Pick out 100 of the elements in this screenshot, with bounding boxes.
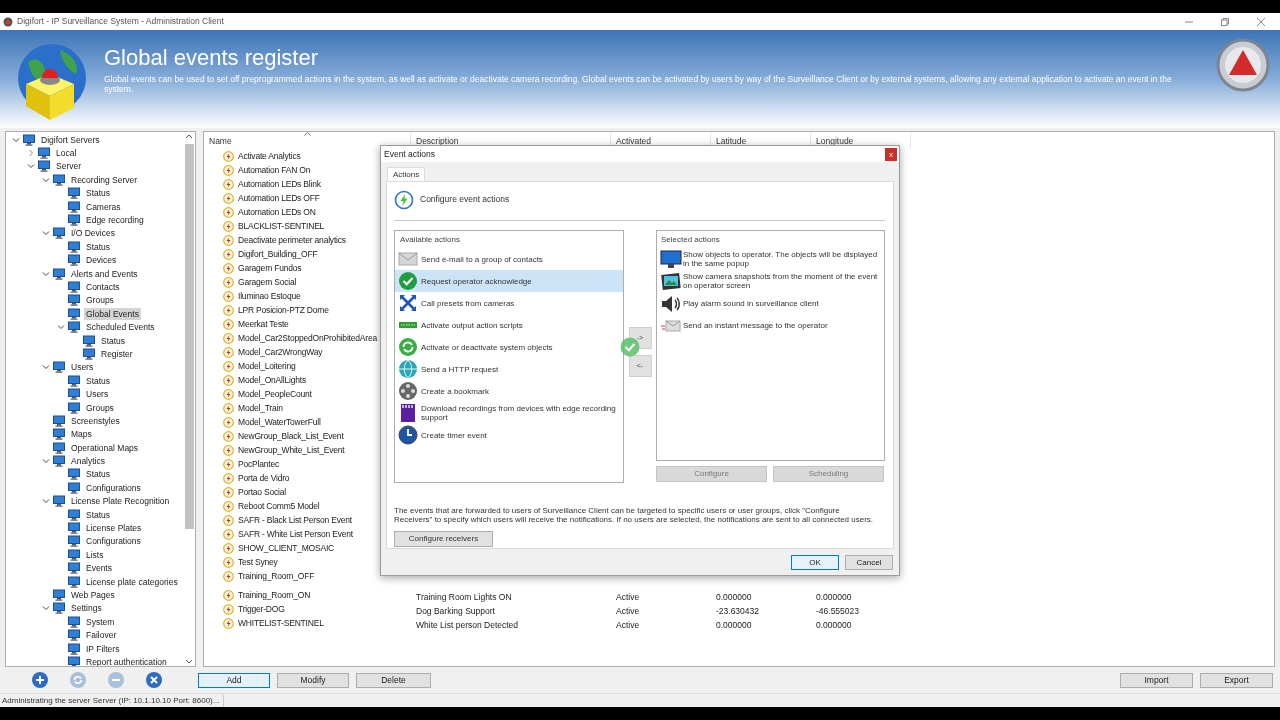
tree-item[interactable]: Configurations — [84, 535, 143, 548]
event-name[interactable]: SAFR - White List Person Event — [238, 527, 353, 541]
tree-item[interactable]: Groups — [84, 294, 116, 307]
tree-item[interactable]: Digifort Servers — [39, 133, 102, 146]
tree-item[interactable]: Status — [99, 334, 128, 347]
chevron-down-icon[interactable] — [56, 323, 65, 332]
event-name[interactable]: LPR Posicion-PTZ Dome — [238, 303, 329, 317]
tree-item[interactable]: Maps — [69, 428, 94, 441]
tree-item[interactable]: Edge recording — [84, 214, 146, 227]
tree-item[interactable]: Web Pages — [69, 588, 117, 601]
table-button[interactable]: Add — [198, 672, 270, 688]
tree-item[interactable]: Status — [84, 187, 113, 200]
action-item[interactable]: Send an instant message to the operator — [657, 314, 884, 336]
column-header[interactable]: Latitude — [716, 134, 747, 148]
tree-item[interactable]: Groups — [84, 401, 116, 414]
event-name[interactable]: Trigger-DOG — [238, 602, 285, 616]
tree-item[interactable]: System — [84, 615, 117, 628]
tree-item[interactable]: Configurations — [84, 481, 143, 494]
event-name[interactable]: Iluminao Estoque — [238, 289, 301, 303]
event-name[interactable]: Automation FAN On — [238, 163, 311, 177]
table-button[interactable]: Import — [1120, 672, 1193, 688]
tree-item[interactable]: Screenstyles — [69, 414, 122, 427]
tree-item[interactable]: Local — [54, 147, 79, 160]
tree-item[interactable]: Analytics — [69, 455, 107, 468]
tree-item[interactable]: Operational Maps — [69, 441, 141, 454]
action-item[interactable]: Call presets from cameras — [395, 292, 623, 314]
action-item[interactable]: Activate or deactivate system objects — [395, 336, 623, 358]
tree-item[interactable]: Status — [84, 468, 113, 481]
tree-item[interactable]: Contacts — [84, 281, 122, 293]
tree-item[interactable]: Users — [84, 388, 111, 401]
event-name[interactable]: BLACKLIST-SENTINEL — [238, 219, 325, 233]
event-name[interactable]: SAFR - Black List Person Event — [238, 513, 352, 527]
event-name[interactable]: Model_Car2WrongWay — [238, 345, 323, 359]
tree-item[interactable]: Status — [84, 240, 113, 253]
tree-item[interactable]: Register — [99, 347, 135, 360]
tab[interactable]: Actions — [387, 167, 426, 181]
action-item[interactable]: Show objects to operator. The objects will be displayed in the same popup — [657, 248, 884, 270]
tree-item[interactable]: I/O Devices — [69, 227, 117, 240]
chevron-down-icon[interactable] — [41, 497, 50, 506]
delete-icon[interactable] — [146, 672, 162, 688]
column-header[interactable]: Description — [416, 134, 459, 148]
event-name[interactable]: NewGroup_White_List_Event — [238, 443, 345, 457]
chevron-down-icon[interactable] — [41, 457, 50, 466]
chevron-down-icon[interactable] — [41, 269, 50, 278]
close-button[interactable]: x — [885, 147, 897, 161]
event-name[interactable]: Deactivate perimeter analytics — [238, 233, 346, 247]
action-item[interactable]: Activate output action scripts — [395, 314, 623, 336]
tree-item[interactable]: Failover — [84, 629, 119, 642]
close-icon[interactable] — [1257, 17, 1265, 26]
event-name[interactable]: Automation LEDs ON — [238, 205, 316, 219]
tree-item[interactable]: Global Events — [84, 307, 141, 320]
action-item[interactable]: Request operator acknowledge — [395, 270, 623, 292]
tree-item[interactable]: Lists — [84, 548, 106, 561]
event-name[interactable]: Porta de Vidro — [238, 471, 290, 485]
table-button[interactable]: Modify — [277, 672, 349, 688]
event-name[interactable]: Training_Room_OFF — [238, 569, 315, 583]
event-name[interactable]: Model_Car2StoppedOnProhibitedArea — [238, 331, 377, 345]
action-item[interactable]: Play alarm sound in surveillance client — [657, 292, 884, 314]
column-header[interactable]: Longitude — [816, 134, 854, 148]
event-name[interactable]: Model_Train — [238, 401, 283, 415]
tree-item[interactable]: Report authentication — [84, 655, 169, 666]
event-name[interactable]: Meerkat Teste — [238, 317, 289, 331]
chevron-down-icon[interactable] — [41, 363, 50, 372]
tree-item[interactable]: IP Filters — [84, 642, 122, 655]
scrollbar-thumb[interactable] — [184, 144, 194, 529]
column-header[interactable]: Activated — [616, 134, 651, 148]
tree-item[interactable]: Recording Server — [69, 173, 140, 186]
event-name[interactable]: Model_OnAllLights — [238, 373, 306, 387]
table-button[interactable]: Export — [1200, 672, 1273, 688]
action-item[interactable]: Download recordings from devices with edge recording support — [395, 402, 623, 424]
tree-item[interactable]: License Plates — [84, 522, 144, 534]
tree-item[interactable]: Status — [84, 508, 113, 521]
event-name[interactable]: SHOW_CLIENT_MOSAIC — [238, 541, 335, 555]
tree-item[interactable]: Devices — [84, 254, 119, 267]
event-name[interactable]: Training_Room_ON — [238, 588, 311, 602]
tree-item[interactable]: Server — [54, 160, 84, 173]
event-name[interactable]: Test Syney — [238, 555, 278, 569]
action-item[interactable]: Send a HTTP request — [395, 358, 623, 380]
action-item[interactable]: Show camera snapshots from the moment of the event on operator screen — [657, 270, 884, 292]
tree-item[interactable]: Scheduled Events — [84, 321, 157, 334]
event-name[interactable]: Model_PeopleCount — [238, 387, 312, 401]
event-name[interactable]: Portao Social — [238, 485, 286, 499]
tree-item[interactable]: License plate categories — [84, 575, 180, 588]
event-name[interactable]: Automation LEDs Blink — [238, 177, 321, 191]
chevron-right-icon[interactable] — [26, 149, 35, 158]
chevron-down-icon[interactable] — [26, 162, 35, 171]
column-header[interactable]: Name — [209, 134, 232, 148]
restore-icon[interactable] — [1221, 17, 1229, 26]
chevron-down-icon[interactable] — [41, 604, 50, 613]
action-item[interactable]: Send e-mail to a group of contacts — [395, 248, 623, 270]
event-name[interactable]: Reboot Comm5 Model — [238, 499, 320, 513]
event-name[interactable]: PocPlantec — [238, 457, 279, 471]
tree-item[interactable]: License Plate Recognition — [69, 495, 172, 508]
plus-icon[interactable] — [32, 672, 48, 688]
tree-item[interactable]: Alerts and Events — [69, 267, 140, 280]
event-name[interactable]: WHITELIST-SENTINEL — [238, 616, 324, 630]
tree-item[interactable]: Events — [84, 562, 114, 575]
dialog-button[interactable]: Cancel — [845, 555, 893, 570]
chevron-down-icon[interactable] — [41, 175, 50, 184]
event-name[interactable]: Digifort_Building_OFF — [238, 247, 318, 261]
